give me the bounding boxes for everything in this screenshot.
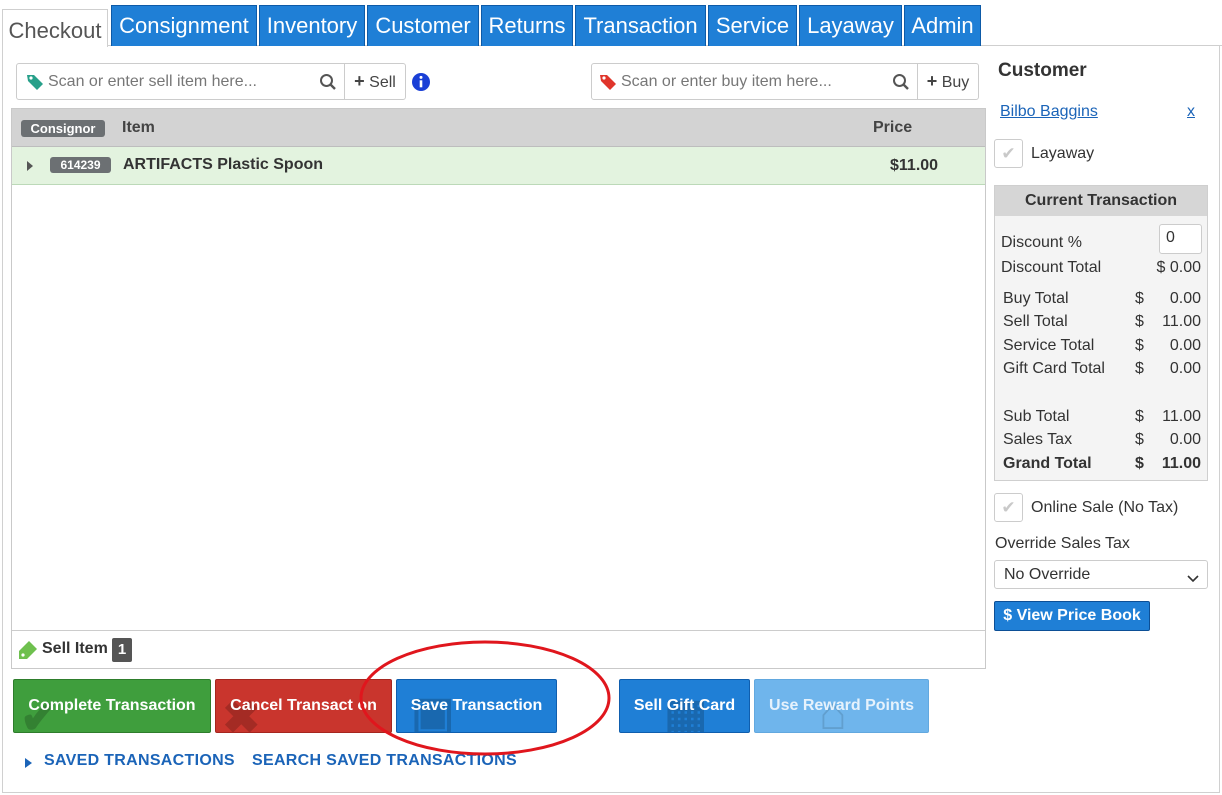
items-table-header: Consignor Item Price <box>12 109 985 147</box>
add-sell-button[interactable]: + Sell <box>345 64 405 99</box>
buy-total-row: Buy Total $ 0.00 <box>995 289 1201 309</box>
line-value: 11.00 <box>1161 455 1201 472</box>
line-value: 0.00 <box>1169 431 1201 448</box>
remove-customer-link[interactable]: x <box>1187 103 1195 121</box>
layaway-checkbox[interactable]: ✔ <box>994 139 1023 168</box>
line-value: 0.00 <box>1169 290 1201 307</box>
tab-returns[interactable]: Returns <box>481 5 573 46</box>
green-tag-icon <box>18 640 38 665</box>
add-buy-label: Buy <box>941 74 970 91</box>
buy-search-group: Scan or enter buy item here... + Buy <box>591 63 979 100</box>
red-tag-icon <box>599 73 617 96</box>
search-icon[interactable] <box>892 73 910 96</box>
line-label: Gift Card Total <box>1003 360 1105 377</box>
add-sell-label: Sell <box>369 74 396 91</box>
line-value: 11.00 <box>1162 408 1201 425</box>
line-label: Buy Total <box>1003 290 1069 307</box>
discount-total-label: Discount Total <box>1001 259 1102 276</box>
reward-label: Use Reward Points <box>769 697 914 714</box>
discount-total-value: $ 0.00 <box>1156 259 1201 276</box>
tab-customer[interactable]: Customer <box>367 5 479 46</box>
search-icon[interactable] <box>319 73 337 96</box>
tab-inventory[interactable]: Inventory <box>259 5 365 46</box>
tab-layaway[interactable]: Layaway <box>799 5 902 46</box>
gift-card-total-row: Gift Card Total $ 0.00 <box>995 359 1201 379</box>
green-tag-icon <box>26 73 44 96</box>
sell-gift-card-button[interactable]: ▦ Sell Gift Card <box>619 679 750 733</box>
item-price: $11.00 <box>890 157 939 174</box>
sell-item-count: 1 <box>112 638 132 662</box>
customer-name-link[interactable]: Bilbo Baggins <box>1000 103 1098 121</box>
buy-search-input[interactable]: Scan or enter buy item here... <box>621 73 832 91</box>
current-transaction-title: Current Transaction <box>995 186 1207 216</box>
plus-icon: + <box>354 71 365 91</box>
sell-item-label: Sell Item <box>42 640 108 657</box>
line-label: Grand Total <box>1003 455 1092 472</box>
complete-transaction-button[interactable]: ✔ Complete Transaction <box>13 679 211 733</box>
item-header: Item <box>122 119 155 136</box>
layaway-label: Layaway <box>1031 145 1095 162</box>
override-sales-tax-label: Override Sales Tax <box>995 535 1130 552</box>
discount-input[interactable]: 0 <box>1159 224 1202 254</box>
tab-admin[interactable]: Admin <box>904 5 981 46</box>
expand-caret-icon[interactable] <box>26 159 34 177</box>
line-label: Sub Total <box>1003 408 1070 425</box>
sell-search-input[interactable]: Scan or enter sell item here... <box>48 73 257 91</box>
override-selected-value: No Override <box>1004 566 1091 583</box>
annotation-ellipse <box>359 640 611 756</box>
gift-card-label: Sell Gift Card <box>633 697 736 714</box>
price-header: Price <box>873 119 913 136</box>
table-row[interactable]: 614239 ARTIFACTS Plastic Spoon $11.00 <box>12 147 985 185</box>
online-sale-checkbox[interactable]: ✔ <box>994 493 1023 522</box>
override-sales-tax-select[interactable]: No Override <box>994 560 1208 589</box>
sell-total-row: Sell Total $ 11.00 <box>995 312 1201 332</box>
line-value: 0.00 <box>1169 360 1201 377</box>
sub-total-row: Sub Total $ 11.00 <box>995 407 1201 427</box>
consignor-id-badge: 614239 <box>50 157 111 173</box>
service-total-row: Service Total $ 0.00 <box>995 336 1201 356</box>
add-buy-button[interactable]: + Buy <box>918 64 978 99</box>
caret-right-icon <box>25 755 32 773</box>
info-icon[interactable] <box>411 72 431 97</box>
consignor-header: Consignor <box>21 120 105 137</box>
line-label: Service Total <box>1003 337 1095 354</box>
complete-label: Complete Transaction <box>28 697 196 714</box>
tab-consignment[interactable]: Consignment <box>111 5 257 46</box>
chevron-down-icon <box>1187 570 1199 588</box>
grand-total-row: Grand Total $ 11.00 <box>995 454 1201 474</box>
line-label: Sell Total <box>1003 313 1068 330</box>
check-icon: ✔ <box>1001 144 1016 163</box>
line-label: Sales Tax <box>1003 431 1073 448</box>
sell-search-group: Scan or enter sell item here... + Sell <box>16 63 406 100</box>
sales-tax-row: Sales Tax $ 0.00 <box>995 430 1201 450</box>
current-transaction-panel: Current Transaction Discount % 0 Discoun… <box>994 185 1208 481</box>
tab-checkout[interactable]: Checkout <box>2 9 108 47</box>
discount-label: Discount % <box>1001 234 1082 251</box>
line-value: 11.00 <box>1162 313 1201 330</box>
check-icon: ✔ <box>1001 498 1016 517</box>
item-name: ARTIFACTS Plastic Spoon <box>123 156 324 173</box>
tab-transaction[interactable]: Transaction <box>575 5 706 46</box>
line-value: 0.00 <box>1169 337 1201 354</box>
tab-service[interactable]: Service <box>708 5 797 46</box>
view-price-book-button[interactable]: $ View Price Book <box>994 601 1150 631</box>
plus-icon: + <box>926 71 938 91</box>
online-sale-label: Online Sale (No Tax) <box>1031 499 1179 516</box>
use-reward-points-button[interactable]: ⌂ Use Reward Points <box>754 679 929 733</box>
saved-transactions-link[interactable]: SAVED TRANSACTIONS <box>44 752 235 770</box>
items-panel: Consignor Item Price 614239 ARTIFACTS Pl… <box>11 108 986 669</box>
customer-title: Customer <box>998 60 1087 81</box>
